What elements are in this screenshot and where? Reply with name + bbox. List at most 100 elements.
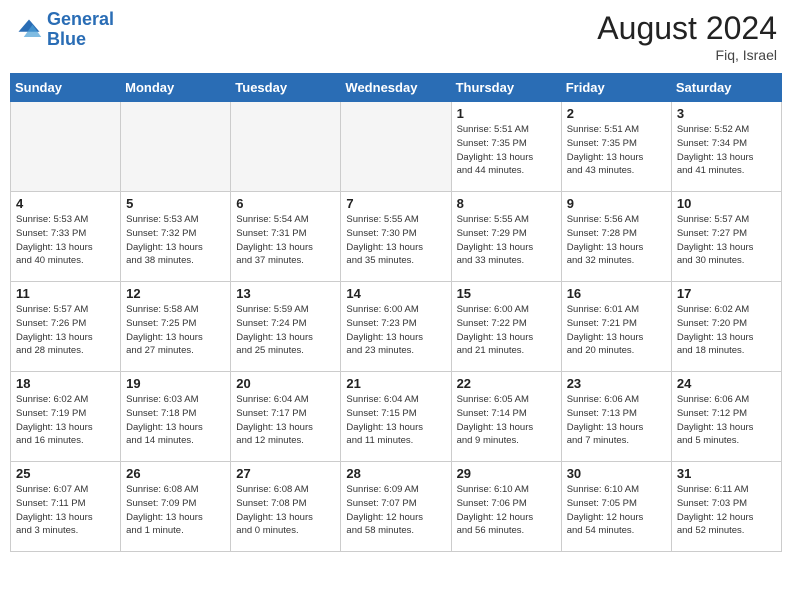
calendar-cell: 27Sunrise: 6:08 AM Sunset: 7:08 PM Dayli… (231, 462, 341, 552)
day-number: 1 (457, 106, 556, 121)
cell-info: Sunrise: 6:05 AM Sunset: 7:14 PM Dayligh… (457, 393, 556, 448)
day-number: 6 (236, 196, 335, 211)
calendar-cell: 14 Sunrise: 6:00 AM Sunset: 7:23 PM Dayli… (341, 282, 451, 372)
calendar-cell: 24Sunrise: 6:06 AM Sunset: 7:12 PM Dayli… (671, 372, 781, 462)
day-number: 22 (457, 376, 556, 391)
calendar-cell: 3 Sunrise: 5:52 AM Sunset: 7:34 PM Daylig… (671, 102, 781, 192)
cell-info: Sunrise: 5:53 AM Sunset: 7:33 PM Dayligh… (16, 213, 115, 268)
logo-text: General Blue (47, 10, 114, 50)
calendar-cell: 22 Sunrise: 6:05 AM Sunset: 7:14 PM Dayli… (451, 372, 561, 462)
cell-info: Sunrise: 5:59 AM Sunset: 7:24 PM Dayligh… (236, 303, 335, 358)
calendar-table: SundayMondayTuesdayWednesdayThursdayFrid… (10, 73, 782, 552)
cell-info: Sunrise: 6:09 AM Sunset: 7:07 PM Dayligh… (346, 483, 445, 538)
calendar-cell: 8 Sunrise: 5:55 AM Sunset: 7:29 PM Daylig… (451, 192, 561, 282)
calendar-cell: 6 Sunrise: 5:54 AM Sunset: 7:31 PM Daylig… (231, 192, 341, 282)
calendar-cell: 18Sunrise: 6:02 AM Sunset: 7:19 PM Dayli… (11, 372, 121, 462)
cell-info: Sunrise: 6:08 AM Sunset: 7:08 PM Dayligh… (236, 483, 335, 538)
logo-icon (15, 16, 43, 44)
calendar-cell: 26 Sunrise: 6:08 AM Sunset: 7:09 PM Dayli… (121, 462, 231, 552)
calendar-cell: 25Sunrise: 6:07 AM Sunset: 7:11 PM Dayli… (11, 462, 121, 552)
cell-info: Sunrise: 6:10 AM Sunset: 7:06 PM Dayligh… (457, 483, 556, 538)
location: Fiq, Israel (597, 47, 777, 63)
calendar-cell: 17 Sunrise: 6:02 AM Sunset: 7:20 PM Dayli… (671, 282, 781, 372)
calendar-cell (341, 102, 451, 192)
cell-info: Sunrise: 6:00 AM Sunset: 7:22 PM Dayligh… (457, 303, 556, 358)
calendar-cell (121, 102, 231, 192)
calendar-cell: 21 Sunrise: 6:04 AM Sunset: 7:15 PM Dayli… (341, 372, 451, 462)
day-number: 20 (236, 376, 335, 391)
cell-info: Sunrise: 6:01 AM Sunset: 7:21 PM Dayligh… (567, 303, 666, 358)
calendar-cell: 11Sunrise: 5:57 AM Sunset: 7:26 PM Dayli… (11, 282, 121, 372)
calendar-cell: 7Sunrise: 5:55 AM Sunset: 7:30 PM Daylig… (341, 192, 451, 282)
day-number: 2 (567, 106, 666, 121)
day-number: 11 (16, 286, 115, 301)
cell-info: Sunrise: 6:04 AM Sunset: 7:15 PM Dayligh… (346, 393, 445, 448)
calendar-cell: 20 Sunrise: 6:04 AM Sunset: 7:17 PM Dayli… (231, 372, 341, 462)
day-number: 16 (567, 286, 666, 301)
calendar-cell: 13 Sunrise: 5:59 AM Sunset: 7:24 PM Dayli… (231, 282, 341, 372)
day-number: 8 (457, 196, 556, 211)
cell-info: Sunrise: 6:00 AM Sunset: 7:23 PM Dayligh… (346, 303, 445, 358)
calendar-cell: 23 Sunrise: 6:06 AM Sunset: 7:13 PM Dayli… (561, 372, 671, 462)
weekday-header-sunday: Sunday (11, 74, 121, 102)
calendar-cell: 29 Sunrise: 6:10 AM Sunset: 7:06 PM Dayli… (451, 462, 561, 552)
logo-line2: Blue (47, 29, 86, 49)
title-block: August 2024 Fiq, Israel (597, 10, 777, 63)
weekday-header-friday: Friday (561, 74, 671, 102)
cell-info: Sunrise: 6:02 AM Sunset: 7:19 PM Dayligh… (16, 393, 115, 448)
cell-info: Sunrise: 5:57 AM Sunset: 7:27 PM Dayligh… (677, 213, 776, 268)
day-number: 21 (346, 376, 445, 391)
cell-info: Sunrise: 5:54 AM Sunset: 7:31 PM Dayligh… (236, 213, 335, 268)
cell-info: Sunrise: 6:03 AM Sunset: 7:18 PM Dayligh… (126, 393, 225, 448)
cell-info: Sunrise: 5:53 AM Sunset: 7:32 PM Dayligh… (126, 213, 225, 268)
day-number: 3 (677, 106, 776, 121)
cell-info: Sunrise: 5:55 AM Sunset: 7:29 PM Dayligh… (457, 213, 556, 268)
weekday-header-wednesday: Wednesday (341, 74, 451, 102)
day-number: 14 (346, 286, 445, 301)
calendar-cell: 4 Sunrise: 5:53 AM Sunset: 7:33 PM Daylig… (11, 192, 121, 282)
day-number: 9 (567, 196, 666, 211)
cell-info: Sunrise: 5:56 AM Sunset: 7:28 PM Dayligh… (567, 213, 666, 268)
day-number: 15 (457, 286, 556, 301)
weekday-header-thursday: Thursday (451, 74, 561, 102)
day-number: 26 (126, 466, 225, 481)
cell-info: Sunrise: 5:52 AM Sunset: 7:34 PM Dayligh… (677, 123, 776, 178)
calendar-cell: 19 Sunrise: 6:03 AM Sunset: 7:18 PM Dayli… (121, 372, 231, 462)
weekday-header-tuesday: Tuesday (231, 74, 341, 102)
calendar-cell: 28Sunrise: 6:09 AM Sunset: 7:07 PM Dayli… (341, 462, 451, 552)
day-number: 30 (567, 466, 666, 481)
weekday-header-saturday: Saturday (671, 74, 781, 102)
month-year: August 2024 (597, 10, 777, 47)
cell-info: Sunrise: 6:08 AM Sunset: 7:09 PM Dayligh… (126, 483, 225, 538)
cell-info: Sunrise: 5:51 AM Sunset: 7:35 PM Dayligh… (567, 123, 666, 178)
day-number: 5 (126, 196, 225, 211)
calendar-cell: 9 Sunrise: 5:56 AM Sunset: 7:28 PM Daylig… (561, 192, 671, 282)
cell-info: Sunrise: 6:04 AM Sunset: 7:17 PM Dayligh… (236, 393, 335, 448)
day-number: 4 (16, 196, 115, 211)
day-number: 12 (126, 286, 225, 301)
day-number: 29 (457, 466, 556, 481)
logo-line1: General (47, 9, 114, 29)
cell-info: Sunrise: 6:10 AM Sunset: 7:05 PM Dayligh… (567, 483, 666, 538)
calendar-cell: 1 Sunrise: 5:51 AM Sunset: 7:35 PM Daylig… (451, 102, 561, 192)
cell-info: Sunrise: 5:55 AM Sunset: 7:30 PM Dayligh… (346, 213, 445, 268)
day-number: 25 (16, 466, 115, 481)
day-number: 17 (677, 286, 776, 301)
cell-info: Sunrise: 6:06 AM Sunset: 7:13 PM Dayligh… (567, 393, 666, 448)
page-header: General Blue August 2024 Fiq, Israel (10, 10, 782, 63)
day-number: 13 (236, 286, 335, 301)
day-number: 23 (567, 376, 666, 391)
cell-info: Sunrise: 5:51 AM Sunset: 7:35 PM Dayligh… (457, 123, 556, 178)
cell-info: Sunrise: 6:02 AM Sunset: 7:20 PM Dayligh… (677, 303, 776, 358)
calendar-cell: 15 Sunrise: 6:00 AM Sunset: 7:22 PM Dayli… (451, 282, 561, 372)
calendar-cell: 2 Sunrise: 5:51 AM Sunset: 7:35 PM Daylig… (561, 102, 671, 192)
cell-info: Sunrise: 6:11 AM Sunset: 7:03 PM Dayligh… (677, 483, 776, 538)
calendar-cell (231, 102, 341, 192)
weekday-header-monday: Monday (121, 74, 231, 102)
day-number: 24 (677, 376, 776, 391)
calendar-cell: 12Sunrise: 5:58 AM Sunset: 7:25 PM Dayli… (121, 282, 231, 372)
calendar-cell: 5 Sunrise: 5:53 AM Sunset: 7:32 PM Daylig… (121, 192, 231, 282)
day-number: 19 (126, 376, 225, 391)
day-number: 31 (677, 466, 776, 481)
day-number: 10 (677, 196, 776, 211)
